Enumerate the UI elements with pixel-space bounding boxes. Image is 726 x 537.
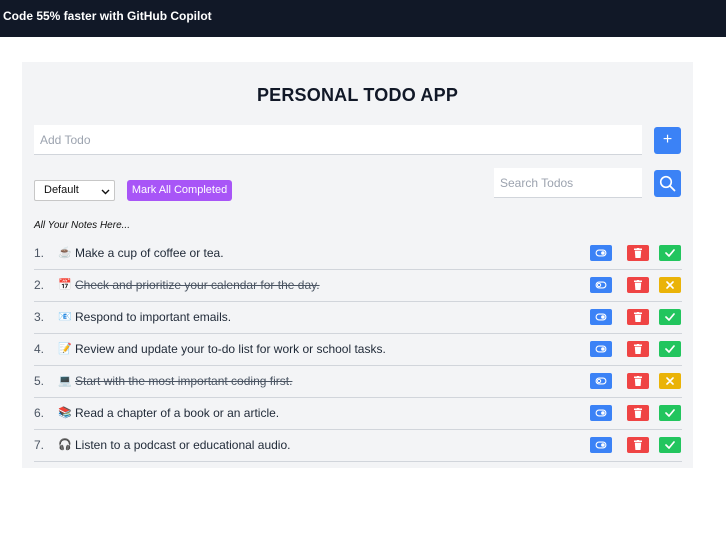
todo-emoji-icon: ☕ xyxy=(58,247,72,259)
todo-emoji-icon: 📅 xyxy=(58,279,72,291)
promo-banner[interactable]: Code 55% faster with GitHub Copilot xyxy=(0,0,726,37)
mark-incomplete-button[interactable] xyxy=(659,373,681,389)
toggle-button[interactable] xyxy=(590,437,612,453)
todo-panel: PERSONAL TODO APP + Default Mark All Com… xyxy=(22,62,693,468)
todo-item: 4. 📝 Review and update your to-do list for… xyxy=(34,334,682,366)
todo-number: 2. xyxy=(34,278,45,292)
todo-item: 5. 💻 Start with the most important coding … xyxy=(34,366,682,398)
mark-complete-button[interactable] xyxy=(659,309,681,325)
delete-button[interactable] xyxy=(627,277,649,293)
mark-complete-button[interactable] xyxy=(659,437,681,453)
todo-number: 4. xyxy=(34,342,45,356)
toggle-button[interactable] xyxy=(590,245,612,261)
todo-number: 5. xyxy=(34,374,45,388)
search-button[interactable] xyxy=(654,170,681,197)
toggle-button[interactable] xyxy=(590,373,612,389)
delete-button[interactable] xyxy=(627,341,649,357)
mark-all-completed-button[interactable]: Mark All Completed xyxy=(127,180,232,201)
todo-item: 2. 📅 Check and prioritize your calendar fo… xyxy=(34,270,682,302)
todo-number: 6. xyxy=(34,406,45,420)
todo-text: Read a chapter of a book or an article. xyxy=(75,406,280,420)
todo-text: Listen to a podcast or educational audio… xyxy=(75,438,291,452)
todo-item: 7. 🎧 Listen to a podcast or educational au… xyxy=(34,430,682,462)
todo-item: 1. ☕ Make a cup of coffee or tea. xyxy=(34,238,682,270)
todo-text: Review and update your to-do list for wo… xyxy=(75,342,386,356)
todo-text: Make a cup of coffee or tea. xyxy=(75,246,224,260)
mark-complete-button[interactable] xyxy=(659,341,681,357)
todo-number: 7. xyxy=(34,438,45,452)
delete-button[interactable] xyxy=(627,405,649,421)
todo-emoji-icon: 📧 xyxy=(58,311,72,323)
filter-select-value: Default xyxy=(44,184,79,196)
toggle-button[interactable] xyxy=(590,277,612,293)
delete-button[interactable] xyxy=(627,309,649,325)
toggle-button[interactable] xyxy=(590,309,612,325)
todo-emoji-icon: 📝 xyxy=(58,343,72,355)
page-title: PERSONAL TODO APP xyxy=(256,85,459,105)
todo-text: Check and prioritize your calendar for t… xyxy=(75,278,320,292)
toggle-button[interactable] xyxy=(590,405,612,421)
delete-button[interactable] xyxy=(627,437,649,453)
mark-complete-button[interactable] xyxy=(659,405,681,421)
toggle-button[interactable] xyxy=(590,341,612,357)
filter-select[interactable]: Default xyxy=(34,180,115,201)
todo-emoji-icon: 📚 xyxy=(58,407,72,419)
todo-emoji-icon: 💻 xyxy=(58,375,72,387)
mark-incomplete-button[interactable] xyxy=(659,277,681,293)
delete-button[interactable] xyxy=(627,245,649,261)
todo-number: 1. xyxy=(34,246,45,260)
search-input[interactable] xyxy=(494,168,642,198)
todo-list: 1. ☕ Make a cup of coffee or tea. 2. 📅 Check … xyxy=(34,238,682,462)
mark-complete-button[interactable] xyxy=(659,245,681,261)
chevron-down-icon xyxy=(101,181,110,209)
todo-item: 3. 📧 Respond to important emails. xyxy=(34,302,682,334)
todo-text: Start with the most important coding fir… xyxy=(75,374,293,388)
add-todo-button[interactable]: + xyxy=(654,127,681,154)
notes-subtitle: All Your Notes Here... xyxy=(34,220,130,231)
add-todo-input[interactable] xyxy=(34,125,642,155)
todo-item: 6. 📚 Read a chapter of a book or an articl… xyxy=(34,398,682,430)
delete-button[interactable] xyxy=(627,373,649,389)
todo-emoji-icon: 🎧 xyxy=(58,439,72,451)
todo-text: Respond to important emails. xyxy=(75,310,232,324)
todo-number: 3. xyxy=(34,310,45,324)
